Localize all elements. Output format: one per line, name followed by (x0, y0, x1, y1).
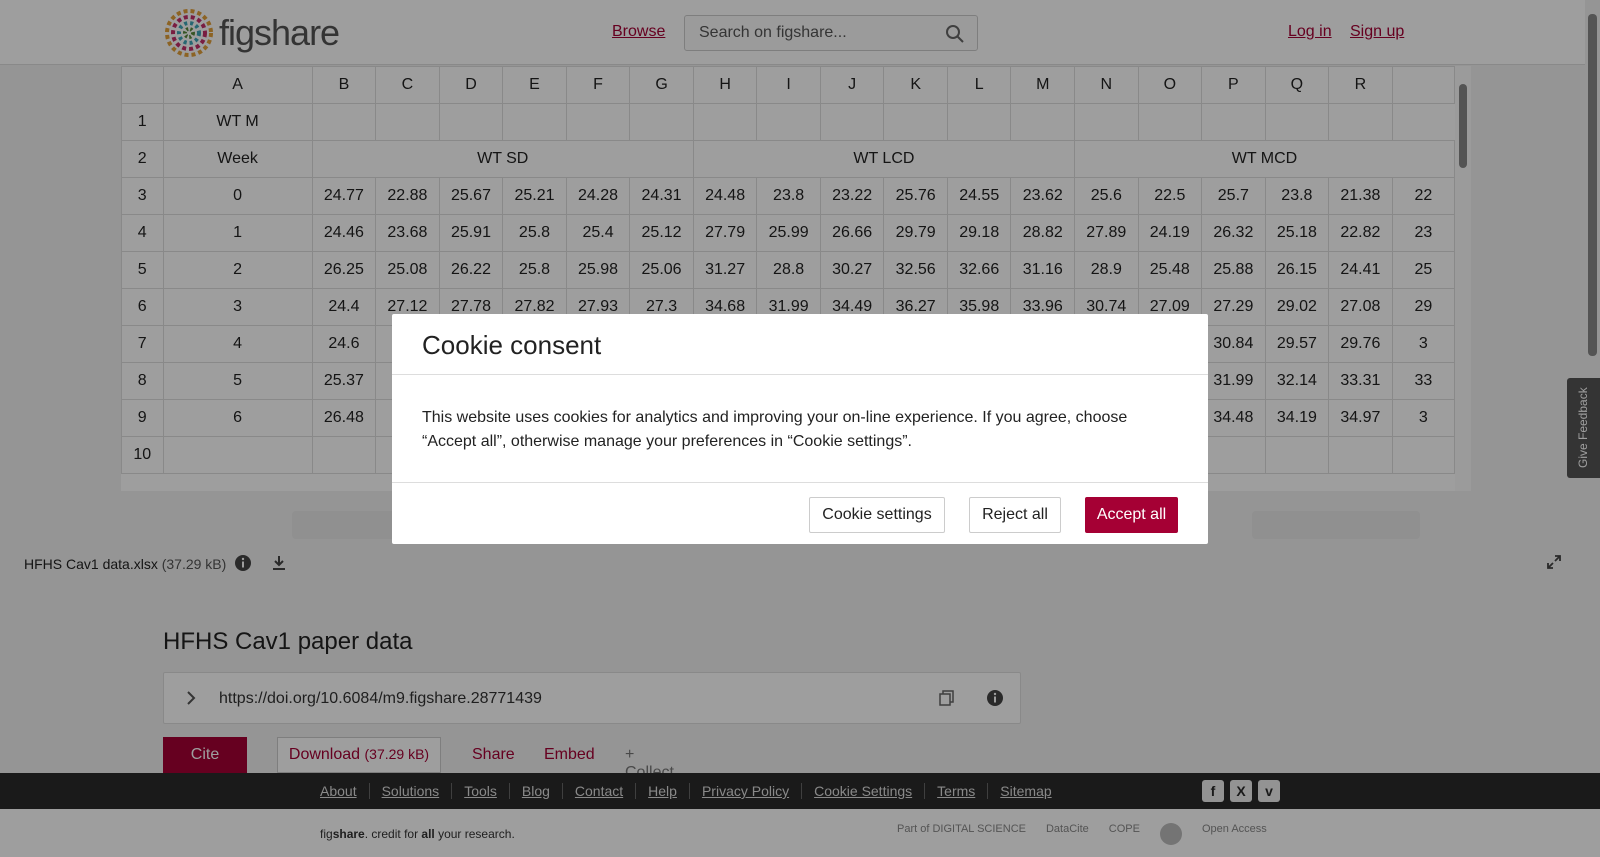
accept-all-button[interactable]: Accept all (1085, 497, 1178, 533)
cookie-settings-button[interactable]: Cookie settings (809, 497, 945, 533)
cookie-consent-dialog: Cookie consent This website uses cookies… (392, 314, 1208, 544)
cookie-dialog-body: This website uses cookies for analytics … (422, 409, 1128, 450)
divider (392, 482, 1208, 483)
reject-all-button[interactable]: Reject all (969, 497, 1061, 533)
divider (392, 374, 1208, 375)
cookie-dialog-title: Cookie consent (422, 330, 602, 360)
